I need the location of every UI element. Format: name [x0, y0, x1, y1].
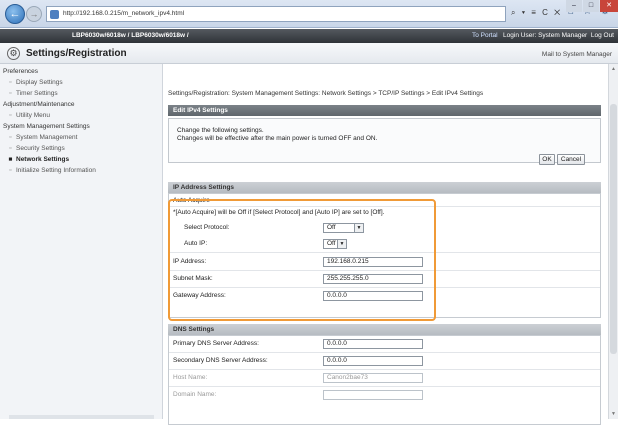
back-arrow-icon[interactable]: ←: [5, 4, 25, 24]
divider: [169, 352, 600, 353]
ok-button[interactable]: OK: [539, 154, 555, 165]
gear-icon: ⚙: [7, 47, 20, 60]
bullet-icon: ▫: [9, 134, 12, 141]
sidebar-item-label: Security Settings: [16, 145, 65, 152]
dns-settings-header: DNS Settings: [168, 324, 601, 335]
favicon-icon: [50, 10, 59, 19]
sidebar-group-preferences[interactable]: Preferences: [0, 66, 162, 77]
sidebar-item-label: Timer Settings: [16, 90, 58, 97]
sidebar-item-timer-settings[interactable]: ▫ Timer Settings: [0, 88, 162, 99]
sidebar-item-label: Network Settings: [16, 156, 70, 163]
forward-arrow-icon[interactable]: →: [26, 6, 42, 22]
bullet-icon: ▫: [9, 167, 12, 174]
device-name: LBP6030w/6018w / LBP6030w/6018w /: [72, 32, 189, 39]
scroll-down-icon[interactable]: ▼: [611, 411, 616, 417]
sidebar-item-security-settings[interactable]: ▫ Security Settings: [0, 143, 162, 154]
divider: [169, 369, 600, 370]
bullet-icon: ▫: [9, 145, 12, 152]
sidebar-group-system-management-settings[interactable]: System Management Settings: [0, 121, 162, 132]
cancel-button[interactable]: Cancel: [557, 154, 585, 165]
page-vscrollbar[interactable]: ▲ ▼: [608, 64, 618, 419]
primary-dns-input[interactable]: 0.0.0.0: [323, 339, 423, 349]
ip-address-settings-header: IP Address Settings: [168, 182, 601, 193]
logout-link[interactable]: Log Out: [591, 32, 614, 39]
sidebar-item-label: Display Settings: [16, 79, 63, 86]
message-line: Change the following settings.: [177, 127, 264, 134]
scrollbar-thumb[interactable]: [610, 104, 617, 354]
sidebar-hscrollbar[interactable]: [9, 415, 154, 419]
maximize-icon[interactable]: □: [583, 0, 599, 12]
bullet-icon: ■: [8, 156, 13, 163]
secondary-dns-input[interactable]: 0.0.0.0: [323, 356, 423, 366]
page-header: ⚙ Settings/Registration Mail to System M…: [0, 43, 618, 64]
bullet-icon: ▫: [9, 112, 12, 119]
browser-chrome: ← → http://192.168.0.215/m_network_ipv4.…: [0, 0, 618, 28]
sidebar-group-adjustment[interactable]: Adjustment/Maintenance: [0, 99, 162, 110]
bullet-icon: ▫: [9, 90, 12, 97]
domain-name-input[interactable]: [323, 390, 423, 400]
section-title: Edit IPv4 Settings: [168, 105, 601, 116]
mail-to-manager-link[interactable]: Mail to System Manager: [542, 51, 612, 58]
address-bar[interactable]: http://192.168.0.215/m_network_ipv4.html: [46, 6, 506, 22]
divider: [169, 386, 600, 387]
message-box: Change the following settings. Changes w…: [168, 118, 601, 163]
domain-name-label: Domain Name:: [173, 391, 217, 398]
host-name-label: Host Name:: [173, 374, 208, 381]
address-controls[interactable]: ⌕ ▾ ≡ C ✕: [511, 8, 562, 18]
scroll-up-icon[interactable]: ▲: [611, 66, 616, 72]
sidebar-item-system-management[interactable]: ▫ System Management: [0, 132, 162, 143]
message-line: Changes will be effective after the main…: [177, 135, 378, 142]
sidebar-item-network-settings[interactable]: ■ Network Settings: [0, 154, 162, 165]
sidebar-item-label: System Management: [16, 134, 78, 141]
sidebar-item-display-settings[interactable]: ▫ Display Settings: [0, 77, 162, 88]
address-url: http://192.168.0.215/m_network_ipv4.html: [63, 10, 185, 17]
sidebar-item-initialize-settings[interactable]: ▫ Initialize Setting Information: [0, 165, 162, 176]
secondary-dns-label: Secondary DNS Server Address:: [173, 357, 268, 364]
sidebar-item-label: Utility Menu: [16, 112, 50, 119]
breadcrumb: Settings/Registration: System Management…: [168, 90, 484, 97]
sidebar-item-label: Initialize Setting Information: [16, 167, 96, 174]
bullet-icon: ▫: [9, 79, 12, 86]
login-user: Login User: System Manager: [503, 32, 588, 39]
minimize-icon[interactable]: –: [566, 0, 582, 12]
close-icon[interactable]: ✕: [600, 0, 618, 12]
host-name-input[interactable]: Canon2bae73: [323, 373, 423, 383]
dns-settings-panel: Primary DNS Server Address: 0.0.0.0 Seco…: [168, 335, 601, 425]
primary-dns-label: Primary DNS Server Address:: [173, 340, 259, 347]
to-portal-link[interactable]: To Portal: [472, 32, 498, 39]
highlight-frame: [168, 199, 436, 321]
sidebar: Preferences ▫ Display Settings ▫ Timer Set…: [0, 64, 163, 419]
device-bar: LBP6030w/6018w / LBP6030w/6018w / To Por…: [0, 29, 618, 43]
sidebar-item-utility-menu[interactable]: ▫ Utility Menu: [0, 110, 162, 121]
page-title: Settings/Registration: [26, 48, 127, 59]
